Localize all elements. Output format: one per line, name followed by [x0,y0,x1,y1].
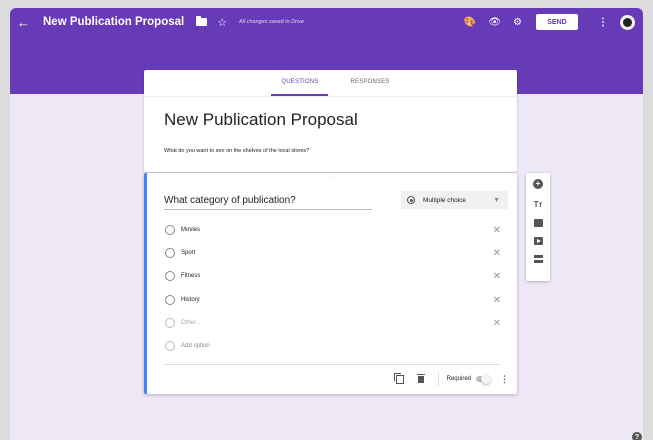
radio-circle-icon [165,318,175,328]
radio-button-icon [407,196,415,204]
add-option-label[interactable]: Add option [181,343,210,349]
option-label[interactable]: Movies [181,227,200,233]
dropdown-arrow-icon: ▼ [493,196,500,204]
tab-responses[interactable]: RESPONSES [350,70,389,96]
question-card[interactable]: ::: What category of publication? Multip… [144,173,517,394]
remove-option-icon[interactable]: ✕ [493,225,501,236]
remove-option-icon[interactable]: ✕ [493,248,501,259]
avatar[interactable] [620,14,635,30]
top-bar: ← New Publication Proposal ☆ All changes… [10,8,643,36]
radio-circle-icon [165,225,175,235]
star-icon[interactable]: ☆ [217,16,227,29]
tab-questions[interactable]: QUESTIONS [271,70,329,96]
required-toggle[interactable] [476,374,491,384]
duplicate-icon[interactable] [393,372,404,384]
form-title[interactable]: New Publication Proposal [164,110,358,130]
add-question-icon[interactable]: + [533,179,543,189]
option-label[interactable]: History [181,297,200,303]
question-type-label: Multiple choice [423,196,466,204]
add-option-row[interactable]: Add option [165,339,501,353]
remove-option-icon[interactable]: ✕ [493,295,501,306]
radio-circle-icon [165,295,175,305]
question-footer: Required ⋮ [147,371,509,387]
remove-option-icon[interactable]: ✕ [493,271,501,282]
other-option-row[interactable]: Other... ✕ [165,316,501,330]
document-title[interactable]: New Publication Proposal [43,16,184,28]
palette-icon[interactable]: 🎨 [464,17,476,28]
other-option-label[interactable]: Other... [181,320,201,326]
question-toolbar: + Tт [526,173,550,281]
tab-bar: QUESTIONS RESPONSES [144,70,517,97]
help-icon[interactable]: ? [632,432,642,440]
divider [164,364,500,365]
option-row[interactable]: Movies ✕ [165,223,501,237]
required-label: Required [446,376,471,382]
radio-circle-icon [165,248,175,258]
drag-handle-icon[interactable]: ::: [330,175,337,181]
add-video-icon[interactable] [533,237,543,245]
more-options-icon[interactable]: ⋮ [500,374,509,385]
save-status: All changes saved in Drive [239,19,304,25]
form-description[interactable]: What do you want to see on the shelves o… [164,148,309,154]
question-type-select[interactable]: Multiple choice ▼ [401,191,508,209]
send-button[interactable]: SEND [536,14,578,30]
option-row[interactable]: History ✕ [165,293,501,307]
app-frame: ← New Publication Proposal ☆ All changes… [10,8,643,440]
delete-icon[interactable] [416,373,425,383]
more-vert-icon[interactable]: ⋮ [598,17,608,28]
preview-eye-icon[interactable]: 👁 [488,17,501,28]
settings-gear-icon[interactable]: ⚙ [513,17,522,28]
back-arrow-icon[interactable]: ← [17,16,39,29]
add-title-icon[interactable]: Tт [533,199,543,209]
divider [437,372,439,386]
radio-circle-icon [165,271,175,281]
folder-icon[interactable] [196,16,208,26]
radio-circle-icon [165,341,175,351]
question-title-input[interactable]: What category of publication? [164,195,372,210]
add-image-icon[interactable] [533,219,543,227]
option-row[interactable]: Fitness ✕ [165,269,501,283]
option-label[interactable]: Sport [181,250,195,256]
add-section-icon[interactable] [533,255,543,263]
remove-option-icon[interactable]: ✕ [493,318,501,329]
option-row[interactable]: Sport ✕ [165,246,501,260]
option-label[interactable]: Fitness [181,273,200,279]
form-header-card: QUESTIONS RESPONSES New Publication Prop… [144,70,517,172]
